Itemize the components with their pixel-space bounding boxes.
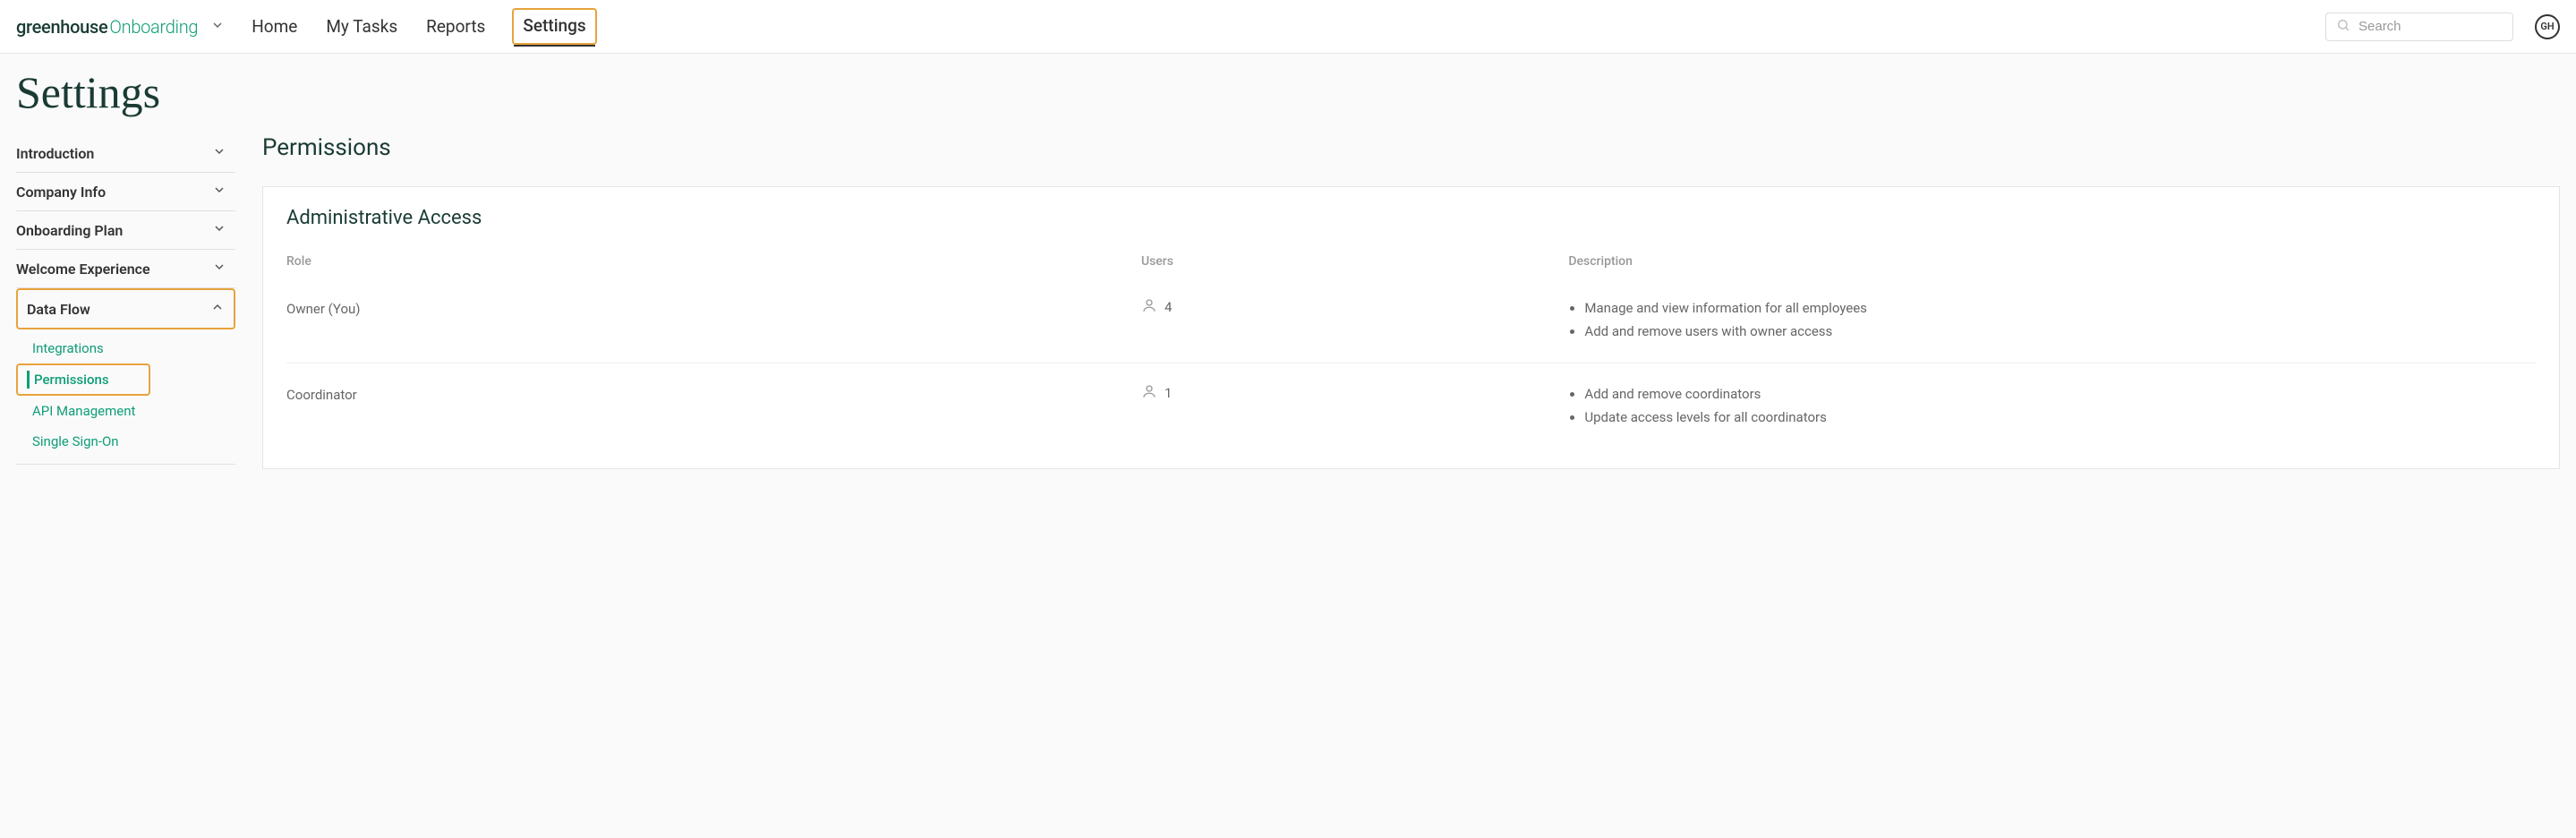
avatar[interactable]: GH xyxy=(2535,14,2560,39)
sidebar-label: Data Flow xyxy=(27,301,90,318)
table-row: Owner (You) 4 Manage and view informatio… xyxy=(286,278,2536,363)
logo-text-onboarding: Onboarding xyxy=(109,16,198,38)
cell-users: 4 xyxy=(1141,297,1568,317)
sidebar-label: Welcome Experience xyxy=(16,261,150,278)
col-header-description: Description xyxy=(1568,254,2536,269)
sidebar-section-data-flow: Data Flow Integrations Permissions API M… xyxy=(16,288,235,465)
sidebar-header-welcome-experience[interactable]: Welcome Experience xyxy=(16,250,235,287)
main-content: Permissions Administrative Access Role U… xyxy=(262,134,2576,469)
sidebar-link-label: Permissions xyxy=(34,372,109,388)
sidebar-subnav-data-flow: Integrations Permissions API Management … xyxy=(16,329,235,464)
sidebar-link-permissions[interactable]: Permissions xyxy=(16,363,150,396)
active-indicator-bar xyxy=(27,371,30,389)
desc-item: Update access levels for all coordinator… xyxy=(1584,406,2536,430)
page-title: Settings xyxy=(16,66,2576,118)
person-icon xyxy=(1141,383,1157,403)
chevron-up-icon xyxy=(210,300,225,318)
page-body: Settings Introduction Company Info xyxy=(0,54,2576,469)
sidebar-section-company-info: Company Info xyxy=(16,173,235,211)
sidebar-link-integrations[interactable]: Integrations xyxy=(16,333,235,363)
logo-text-greenhouse: greenhouse xyxy=(16,16,107,38)
app-header: greenhouse Onboarding Home My Tasks Repo… xyxy=(0,0,2576,54)
chevron-down-icon[interactable] xyxy=(210,18,225,36)
card-title: Administrative Access xyxy=(286,207,2536,229)
admin-access-card: Administrative Access Role Users Descrip… xyxy=(262,186,2560,469)
cell-users: 1 xyxy=(1141,383,1568,403)
col-header-users: Users xyxy=(1141,254,1568,269)
sidebar-header-data-flow[interactable]: Data Flow xyxy=(16,288,235,329)
content-wrapper: Introduction Company Info Onboarding Pla… xyxy=(16,134,2576,469)
search-wrapper xyxy=(2325,13,2513,41)
cell-role: Owner (You) xyxy=(286,297,1141,317)
avatar-initials: GH xyxy=(2540,21,2554,32)
chevron-down-icon xyxy=(212,144,226,162)
chevron-down-icon xyxy=(212,183,226,201)
settings-sidebar: Introduction Company Info Onboarding Pla… xyxy=(16,134,235,469)
sidebar-section-onboarding-plan: Onboarding Plan xyxy=(16,211,235,250)
col-header-role: Role xyxy=(286,254,1141,269)
primary-nav: Home My Tasks Reports Settings xyxy=(250,8,596,45)
sidebar-label: Introduction xyxy=(16,145,94,162)
user-count: 1 xyxy=(1164,385,1172,401)
table-header-row: Role Users Description xyxy=(286,254,2536,278)
table-row: Coordinator 1 Add and remove coordinator… xyxy=(286,363,2536,449)
sidebar-link-single-sign-on[interactable]: Single Sign-On xyxy=(16,426,235,457)
desc-item: Add and remove users with owner access xyxy=(1584,321,2536,344)
sidebar-header-onboarding-plan[interactable]: Onboarding Plan xyxy=(16,211,235,249)
person-icon xyxy=(1141,297,1157,317)
cell-role: Coordinator xyxy=(286,383,1141,403)
desc-item: Add and remove coordinators xyxy=(1584,383,2536,406)
chevron-down-icon xyxy=(212,221,226,239)
chevron-down-icon xyxy=(212,260,226,278)
nav-reports[interactable]: Reports xyxy=(424,13,487,40)
section-title: Permissions xyxy=(262,134,2560,161)
sidebar-link-api-management[interactable]: API Management xyxy=(16,396,235,426)
user-count: 4 xyxy=(1164,299,1172,315)
sidebar-section-introduction: Introduction xyxy=(16,134,235,173)
sidebar-header-company-info[interactable]: Company Info xyxy=(16,173,235,210)
cell-description: Manage and view information for all empl… xyxy=(1568,297,2536,343)
logo[interactable]: greenhouse Onboarding xyxy=(16,16,198,38)
desc-item: Manage and view information for all empl… xyxy=(1584,297,2536,321)
sidebar-header-introduction[interactable]: Introduction xyxy=(16,134,235,172)
nav-my-tasks[interactable]: My Tasks xyxy=(324,13,399,40)
search-input[interactable] xyxy=(2325,13,2513,41)
permissions-table: Role Users Description Owner (You) 4 xyxy=(286,254,2536,449)
nav-settings[interactable]: Settings xyxy=(512,8,596,45)
sidebar-section-welcome-experience: Welcome Experience xyxy=(16,250,235,288)
cell-description: Add and remove coordinators Update acces… xyxy=(1568,383,2536,429)
sidebar-label: Company Info xyxy=(16,184,106,201)
nav-home[interactable]: Home xyxy=(250,13,299,40)
sidebar-label: Onboarding Plan xyxy=(16,222,123,239)
